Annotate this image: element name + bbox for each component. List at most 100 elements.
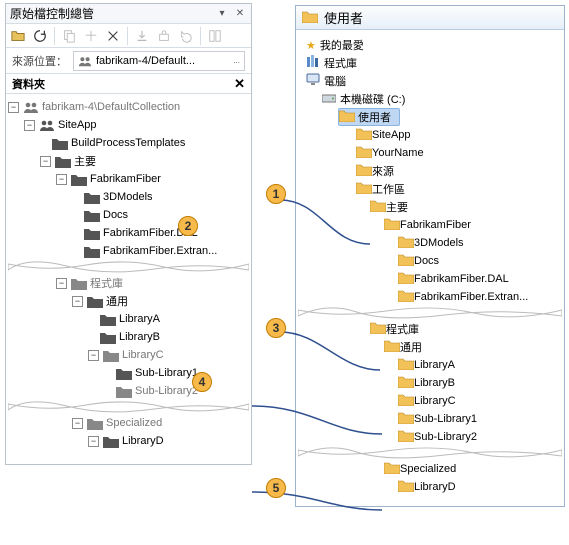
cut-button[interactable]: [81, 26, 101, 46]
source-location-combo[interactable]: fabrikam-4/Default... ...: [73, 51, 245, 71]
folder-icon: [87, 416, 103, 430]
tree-node[interactable]: 工作區: [298, 180, 562, 198]
tree-label: LibraryD: [122, 435, 164, 447]
chevron-down-icon: ...: [233, 56, 240, 65]
tree-node[interactable]: −程式庫: [8, 274, 249, 292]
collapse-icon[interactable]: −: [8, 102, 19, 113]
compare-button[interactable]: [205, 26, 225, 46]
tree-node-computer[interactable]: 電腦: [298, 72, 562, 90]
tree-node-libraries[interactable]: 程式庫: [298, 54, 562, 72]
collapse-icon[interactable]: −: [72, 296, 83, 307]
tree-node[interactable]: YourName: [298, 144, 562, 162]
tree-label: Docs: [414, 255, 439, 267]
folder-icon: [398, 375, 414, 391]
tree-label: 程式庫: [324, 55, 357, 71]
tree-node-favorites[interactable]: ★我的最愛: [298, 36, 562, 54]
tree-label: 本機磁碟 (C:): [340, 91, 405, 107]
tree-node[interactable]: 3DModels: [298, 234, 562, 252]
tree-node[interactable]: − SiteApp: [8, 116, 249, 134]
tree-node[interactable]: Sub-Library1: [298, 410, 562, 428]
close-icon[interactable]: ✕: [233, 7, 247, 21]
tree-node[interactable]: − Specialized: [8, 414, 249, 432]
folder-icon: [116, 384, 132, 398]
tree-node[interactable]: Specialized: [298, 460, 562, 478]
tree-node-users-selected[interactable]: 使用者: [298, 108, 562, 126]
tree-node[interactable]: LibraryA: [8, 310, 249, 328]
folders-header-label: 資料夾: [12, 76, 45, 92]
collapse-icon[interactable]: −: [56, 174, 67, 185]
folder-icon: [100, 330, 116, 344]
collapse-icon[interactable]: −: [56, 278, 67, 289]
folder-icon: [116, 366, 132, 380]
undo-button[interactable]: [176, 26, 196, 46]
source-tree: − fabrikam-4\DefaultCollection −SiteApp …: [6, 94, 251, 464]
dropdown-icon[interactable]: ▾: [215, 7, 229, 21]
tree-node[interactable]: −主要: [8, 152, 249, 170]
users-icon: [23, 100, 39, 114]
tree-node[interactable]: Docs: [8, 206, 249, 224]
folder-icon: [384, 217, 400, 233]
tree-label: YourName: [372, 147, 424, 159]
tree-label: Docs: [103, 209, 128, 221]
collapse-icon[interactable]: −: [88, 350, 99, 361]
tree-node[interactable]: LibraryB: [8, 328, 249, 346]
copy-button[interactable]: [59, 26, 79, 46]
tree-node[interactable]: LibraryA: [298, 356, 562, 374]
tree-label: FabrikamFiber: [90, 173, 161, 185]
collapse-icon[interactable]: −: [40, 156, 51, 167]
close-folders-button[interactable]: ✕: [234, 76, 245, 92]
checkin-button[interactable]: [154, 26, 174, 46]
tree-node[interactable]: 程式庫: [298, 320, 562, 338]
refresh-button[interactable]: [30, 26, 50, 46]
tree-node[interactable]: Sub-Library1: [8, 364, 249, 382]
folder-icon: [71, 276, 87, 290]
tree-node[interactable]: FabrikamFiber.DAL: [298, 270, 562, 288]
collapse-icon[interactable]: −: [72, 418, 83, 429]
tree-node-common[interactable]: −通用: [8, 292, 249, 310]
get-button[interactable]: [132, 26, 152, 46]
open-folder-button[interactable]: [8, 26, 28, 46]
tree-node[interactable]: 主要: [298, 198, 562, 216]
toolbar: [6, 24, 251, 48]
tree-label: SiteApp: [58, 119, 97, 131]
tree-node[interactable]: LibraryD: [298, 478, 562, 496]
tree-node-libraryc[interactable]: −LibraryC: [8, 346, 249, 364]
tree-node[interactable]: FabrikamFiber.DAL: [8, 224, 249, 242]
tree-node[interactable]: Sub-Library2: [298, 428, 562, 446]
tree-node-root[interactable]: − fabrikam-4\DefaultCollection: [8, 98, 249, 116]
tree-node[interactable]: LibraryB: [298, 374, 562, 392]
explorer-title-bar: 使用者: [296, 6, 564, 30]
tree-node[interactable]: FabrikamFiber.Extran...: [298, 288, 562, 306]
users-icon: [78, 55, 92, 67]
tree-node[interactable]: 3DModels: [8, 188, 249, 206]
tree-label: FabrikamFiber: [400, 219, 471, 231]
collapse-icon[interactable]: −: [24, 120, 35, 131]
bubble-label: 2: [185, 219, 192, 233]
source-control-explorer-panel: 原始檔控制總管 ▾ ✕: [5, 3, 252, 465]
tree-node[interactable]: FabrikamFiber: [298, 216, 562, 234]
drive-icon: [322, 92, 336, 106]
tree-node[interactable]: FabrikamFiber.Extran...: [8, 242, 249, 260]
tree-node[interactable]: 通用: [298, 338, 562, 356]
tree-node[interactable]: Docs: [298, 252, 562, 270]
tree-label: 來源: [372, 163, 394, 179]
section-tear: [8, 400, 249, 414]
tree-node-libraryd[interactable]: − LibraryD: [8, 432, 249, 450]
tree-label: LibraryB: [119, 331, 160, 343]
tree-node-fabrikamfiber[interactable]: − FabrikamFiber: [8, 170, 249, 188]
tree-node[interactable]: SiteApp: [298, 126, 562, 144]
bubble-label: 1: [273, 187, 280, 201]
tree-node-disk[interactable]: 本機磁碟 (C:): [298, 90, 562, 108]
tree-label: Specialized: [106, 417, 162, 429]
collapse-icon[interactable]: −: [88, 436, 99, 447]
tree-node[interactable]: 來源: [298, 162, 562, 180]
tree-node[interactable]: BuildProcessTemplates: [8, 134, 249, 152]
toolbar-separator: [127, 27, 128, 45]
delete-button[interactable]: [103, 26, 123, 46]
tree-label: LibraryA: [119, 313, 160, 325]
folder-icon: [398, 393, 414, 409]
tree-node[interactable]: Sub-Library2: [8, 382, 249, 400]
tree-label: SiteApp: [372, 129, 411, 141]
tree-label: 3DModels: [103, 191, 153, 203]
tree-node[interactable]: LibraryC: [298, 392, 562, 410]
